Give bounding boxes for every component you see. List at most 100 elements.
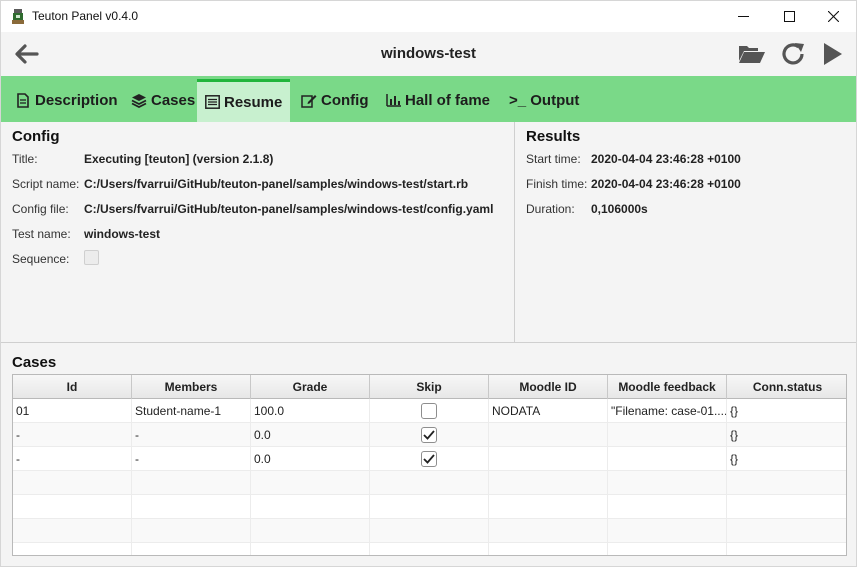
- cell-members: -: [132, 423, 251, 447]
- empty-cell: [132, 519, 251, 543]
- column-header-moodle-id[interactable]: Moodle ID: [489, 375, 608, 399]
- maximize-button[interactable]: [766, 1, 812, 32]
- empty-cell: [370, 543, 489, 555]
- cell-moodle-id: [489, 423, 608, 447]
- config-value: C:/Users/fvarrui/GitHub/teuton-panel/sam…: [84, 177, 469, 191]
- result-value: 0,106000s: [591, 202, 648, 216]
- tab-label: Hall of fame: [405, 92, 491, 109]
- empty-cell: [370, 495, 489, 519]
- empty-cell: [608, 471, 727, 495]
- cell-moodle-id: [489, 447, 608, 471]
- empty-cell: [13, 471, 132, 495]
- layers-icon: [131, 93, 147, 109]
- empty-cell: [251, 519, 370, 543]
- table-row[interactable]: - - 0.0 {}: [13, 423, 846, 447]
- tab-config[interactable]: Config: [293, 79, 378, 122]
- tab-resume[interactable]: Resume: [197, 79, 290, 122]
- cases-table[interactable]: Id Members Grade Skip Moodle ID Moodle f…: [12, 374, 847, 556]
- config-value: C:/Users/fvarrui/GitHub/teuton-panel/sam…: [84, 202, 494, 216]
- result-label: Finish time:: [526, 177, 588, 191]
- empty-cell: [608, 519, 727, 543]
- cell-moodle-id: NODATA: [489, 399, 608, 423]
- empty-cell: [251, 543, 370, 555]
- tab-cases[interactable]: Cases: [123, 79, 205, 122]
- maximize-icon: [783, 11, 795, 22]
- sequence-checkbox: [84, 250, 99, 265]
- empty-cell: [370, 519, 489, 543]
- column-header-grade[interactable]: Grade: [251, 375, 370, 399]
- column-header-id[interactable]: Id: [13, 375, 132, 399]
- empty-cell: [251, 495, 370, 519]
- cases-title: Cases: [12, 354, 57, 371]
- cell-id: -: [13, 423, 132, 447]
- tab-description[interactable]: Description: [7, 79, 128, 122]
- run-button[interactable]: [817, 40, 847, 68]
- cell-grade: 0.0: [251, 447, 370, 471]
- column-header-moodle-feedback[interactable]: Moodle feedback: [608, 375, 727, 399]
- table-row[interactable]: - - 0.0 {}: [13, 447, 846, 471]
- check-icon: [423, 454, 435, 464]
- tab-output[interactable]: >_ Output: [501, 79, 589, 122]
- empty-cell: [13, 543, 132, 555]
- result-label: Start time:: [526, 152, 581, 166]
- cell-conn-status: {}: [730, 428, 739, 442]
- cell-grade: 100.0: [251, 399, 370, 423]
- results-panel: Results Start time: 2020-04-04 23:46:28 …: [516, 122, 856, 342]
- empty-cell: [13, 519, 132, 543]
- empty-table-row: [13, 495, 846, 519]
- check-icon: [423, 430, 435, 440]
- close-button[interactable]: [810, 1, 856, 32]
- skip-checkbox[interactable]: [421, 451, 437, 467]
- cell-skip: [370, 447, 489, 471]
- app-window: Teuton Panel v0.4.0 windows-test Descrip…: [0, 0, 857, 567]
- title-bar: Teuton Panel v0.4.0: [1, 1, 856, 32]
- tab-label: Cases: [151, 92, 196, 109]
- empty-cell: [132, 471, 251, 495]
- config-value: windows-test: [84, 227, 161, 241]
- table-row[interactable]: 01 Student-name-1 100.0 NODATA "Filename…: [13, 399, 846, 423]
- close-icon: [827, 11, 839, 22]
- table-header: Id Members Grade Skip Moodle ID Moodle f…: [13, 375, 846, 399]
- column-header-conn-status[interactable]: Conn.status: [727, 375, 846, 399]
- folder-open-icon: [739, 46, 765, 63]
- tab-bar: Description Cases Resume Config Hall of …: [1, 76, 856, 122]
- result-value: 2020-04-04 23:46:28 +0100: [591, 152, 741, 166]
- empty-cell: [251, 471, 370, 495]
- open-button[interactable]: [737, 40, 767, 68]
- edit-icon: [301, 93, 317, 109]
- empty-table-row: [13, 543, 846, 555]
- teuton-app-icon: [12, 9, 24, 24]
- empty-table-row: [13, 519, 846, 543]
- reload-button[interactable]: [779, 40, 809, 68]
- config-label: Title:: [12, 152, 38, 166]
- cell-moodle-feedback: [608, 447, 727, 471]
- tab-hall-of-fame[interactable]: Hall of fame: [377, 79, 500, 122]
- minimize-button[interactable]: [720, 1, 766, 32]
- empty-cell: [608, 495, 727, 519]
- tab-label: >_ Output: [509, 92, 580, 109]
- cell-moodle-feedback: [608, 423, 727, 447]
- empty-cell: [489, 495, 608, 519]
- toolbar: windows-test: [1, 32, 856, 76]
- config-panel: Config Title: Executing [teuton] (versio…: [1, 122, 515, 342]
- empty-table-row: [13, 471, 846, 495]
- cell-skip: [370, 423, 489, 447]
- column-header-skip[interactable]: Skip: [370, 375, 489, 399]
- cell-conn-status: {}: [730, 404, 739, 418]
- minimize-icon: [737, 16, 749, 17]
- window-title: Teuton Panel v0.4.0: [32, 9, 139, 23]
- empty-cell: [13, 495, 132, 519]
- cell-members: -: [132, 447, 251, 471]
- config-label: Sequence:: [12, 252, 70, 266]
- list-alt-icon: [205, 94, 220, 110]
- config-label: Config file:: [12, 202, 69, 216]
- play-icon: [824, 43, 842, 65]
- skip-checkbox[interactable]: [421, 403, 437, 419]
- empty-cell: [132, 543, 251, 555]
- empty-cell: [370, 471, 489, 495]
- file-text-icon: [15, 93, 31, 109]
- column-header-members[interactable]: Members: [132, 375, 251, 399]
- cell-id: 01: [13, 399, 132, 423]
- skip-checkbox[interactable]: [421, 427, 437, 443]
- empty-cell: [489, 519, 608, 543]
